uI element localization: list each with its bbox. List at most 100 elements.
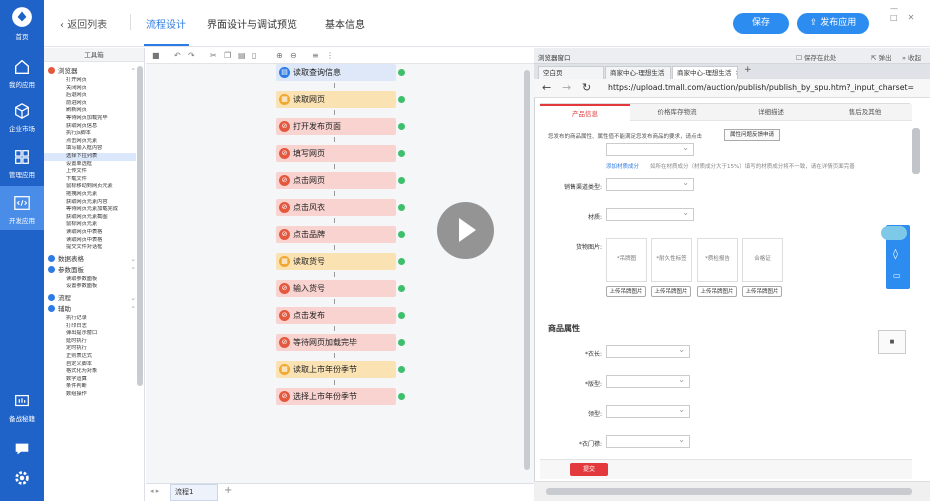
collar-select[interactable] xyxy=(606,405,690,418)
image-box-label[interactable]: *耐久性标签 xyxy=(651,238,692,282)
maximize-icon[interactable]: □ xyxy=(890,13,908,22)
toolbox-item[interactable]: 读取参数面板 xyxy=(44,276,136,284)
flow-node[interactable]: ⊘ 打开发布页面 xyxy=(276,118,405,135)
length-select[interactable] xyxy=(606,345,690,358)
tab-flow-design[interactable]: 流程设计 xyxy=(146,16,186,31)
toolbox-item[interactable]: 前进网页 xyxy=(44,100,136,108)
toolbox-item[interactable]: 后退网页 xyxy=(44,92,136,100)
toolbox-item[interactable]: 打印日志 xyxy=(44,323,136,331)
toolbox-group[interactable]: 辅助 ⌃ xyxy=(48,304,136,314)
toolbox-item[interactable]: 数组操作 xyxy=(44,391,136,399)
flow-node[interactable]: ▦ 读取货号 xyxy=(276,253,405,270)
browser-tab-active[interactable]: 商家中心-理想生活✕ xyxy=(672,66,738,79)
play-video-button[interactable] xyxy=(437,202,494,259)
url-input[interactable]: https://upload.tmall.com/auction/publish… xyxy=(608,81,926,95)
toolbox-item[interactable]: 填写输入框内容 xyxy=(44,145,136,153)
align-icon[interactable]: ≡ xyxy=(312,51,319,60)
toolbox-item[interactable]: 拖拽网页元素 xyxy=(44,191,136,199)
flow-node[interactable]: ⊘ 点击风衣 xyxy=(276,199,405,216)
chevron-up-icon[interactable]: ⌃ xyxy=(131,304,136,314)
chevron-up-icon[interactable]: ⌃ xyxy=(131,66,136,76)
flow-node[interactable]: ▦ 读取网页 xyxy=(276,91,405,108)
toolbox-item[interactable]: 等待网页加载完毕 xyxy=(44,115,136,123)
tab-basic-info[interactable]: 基本信息 xyxy=(325,16,365,31)
horizontal-scrollbar[interactable] xyxy=(534,481,930,501)
toolbox-item[interactable]: 关闭网页 xyxy=(44,85,136,93)
redo-icon[interactable]: ↷ xyxy=(188,51,195,60)
toolbox-item[interactable]: 正则表达式 xyxy=(44,353,136,361)
canvas-scrollbar[interactable] xyxy=(524,70,530,470)
back-link[interactable]: ‹ 返回列表 xyxy=(60,16,107,31)
toolbox-item[interactable]: 鼠标移动到网页元素 xyxy=(44,183,136,191)
cut-icon[interactable]: ✂ xyxy=(210,51,217,60)
toolbox-item[interactable]: 定时执行 xyxy=(44,345,136,353)
toolbox-item[interactable]: 等待网页元素加载完成 xyxy=(44,206,136,214)
message-icon[interactable]: ▭ xyxy=(893,271,901,280)
toolbox-item[interactable]: 鼠标网页元素 xyxy=(44,221,136,229)
toolbox-item[interactable]: 提交文件对话框 xyxy=(44,244,136,252)
placket-select[interactable] xyxy=(606,435,690,448)
add-material-link[interactable]: 添加材质成分 xyxy=(606,162,639,170)
toolbox-item[interactable]: 数字运算 xyxy=(44,376,136,384)
new-tab-button[interactable]: + xyxy=(744,65,752,75)
close-tab-icon[interactable]: ✕ xyxy=(735,69,737,77)
image-box-report[interactable]: *质检报告 xyxy=(697,238,738,282)
nav-item-develop[interactable]: 开发应用 xyxy=(0,186,44,230)
chevron-down-icon[interactable]: ⌄ xyxy=(131,254,136,264)
toolbox-scrollbar[interactable] xyxy=(137,66,143,386)
toolbox-item[interactable]: 打开网页 xyxy=(44,77,136,85)
toolbox-item[interactable]: 下载文件 xyxy=(44,176,136,184)
chevron-down-icon[interactable]: ⌄ xyxy=(131,293,136,303)
toolbox-item[interactable]: 读取网页中表格 xyxy=(44,237,136,245)
flow-node[interactable]: ▤ 读取查询信息 xyxy=(276,64,405,81)
distribute-icon[interactable]: ⋮ xyxy=(326,51,334,60)
toolbox-item[interactable]: 读取网页中表格 xyxy=(44,229,136,237)
toolbox-group[interactable]: 数据表格 ⌄ xyxy=(48,254,136,264)
chevron-up-icon[interactable]: ⌃ xyxy=(131,265,136,275)
flow-node[interactable]: ⊘ 选择上市年份季节 xyxy=(276,388,405,405)
collapse-button[interactable]: » 收起 xyxy=(902,52,921,62)
popout-button[interactable]: ⇱ 弹出 xyxy=(871,52,892,62)
camera-icon[interactable]: ■ xyxy=(152,51,160,60)
toolbox-item[interactable]: 获取网页元素截图 xyxy=(44,214,136,222)
toolbox-item[interactable]: 设置单选框 xyxy=(44,161,136,169)
zoom-out-icon[interactable]: ⊖ xyxy=(290,51,297,60)
zoom-in-icon[interactable]: ⊕ xyxy=(276,51,283,60)
flow-node[interactable]: ▦ 读取上市年份季节 xyxy=(276,361,405,378)
flow-node[interactable]: ⊘ 等待网页加载完毕 xyxy=(276,334,405,351)
page-tab-price[interactable]: 价格库存物流 xyxy=(630,104,724,121)
save-button[interactable]: 保存 xyxy=(733,13,789,34)
toolbox-item[interactable]: 设置参数面板 xyxy=(44,283,136,291)
tab-flow-1[interactable]: 流程1 xyxy=(170,484,218,501)
browser-tab[interactable]: 商家中心-理想生活 xyxy=(605,66,671,79)
nav-item-manage[interactable]: 管理应用 xyxy=(0,148,44,179)
save-to-panel-link[interactable]: ☐ 保存在此处 xyxy=(796,52,836,62)
channel-select[interactable] xyxy=(606,178,694,191)
upload-button[interactable]: 上传吊牌图片 xyxy=(697,286,737,297)
reload-icon[interactable]: ↻ xyxy=(582,81,591,94)
nav-item-my-apps[interactable]: 我的应用 xyxy=(0,58,44,89)
tab-ui-design[interactable]: 界面设计与调试预览 xyxy=(207,16,297,31)
close-icon[interactable]: ✕ xyxy=(908,13,925,22)
toolbox-item[interactable]: 自定义脚本 xyxy=(44,361,136,369)
upload-button[interactable]: 上传吊牌图片 xyxy=(742,286,782,297)
toolbox-item[interactable]: 刷新网页 xyxy=(44,107,136,115)
tab-nav-arrows[interactable]: ◂ ▸ xyxy=(150,487,159,495)
add-flow-tab-button[interactable]: + xyxy=(224,485,232,496)
page-tab-product[interactable]: 产品信息 xyxy=(540,104,630,121)
toolbox-item[interactable]: 获取网页元素内容 xyxy=(44,199,136,207)
back-arrow-icon[interactable]: ← xyxy=(542,81,551,94)
nav-item-market[interactable]: 企业市场 xyxy=(0,102,44,133)
toolbox-group[interactable]: 流程 ⌄ xyxy=(48,293,136,303)
page-tab-detail[interactable]: 详细描述 xyxy=(724,104,818,121)
minimize-icon[interactable]: — xyxy=(890,4,908,13)
page-scrollbar[interactable] xyxy=(912,128,920,174)
flow-node[interactable]: ⊘ 点击品牌 xyxy=(276,226,405,243)
upload-button[interactable]: 上传吊牌图片 xyxy=(606,286,646,297)
delete-icon[interactable]: ▯ xyxy=(252,51,256,60)
nav-home[interactable]: 首页 xyxy=(0,6,44,41)
toolbox-item[interactable]: 点击网页元素 xyxy=(44,138,136,146)
upload-button[interactable]: 上传吊牌图片 xyxy=(651,286,691,297)
forward-arrow-icon[interactable]: → xyxy=(562,81,571,94)
chat-button[interactable] xyxy=(0,440,44,461)
